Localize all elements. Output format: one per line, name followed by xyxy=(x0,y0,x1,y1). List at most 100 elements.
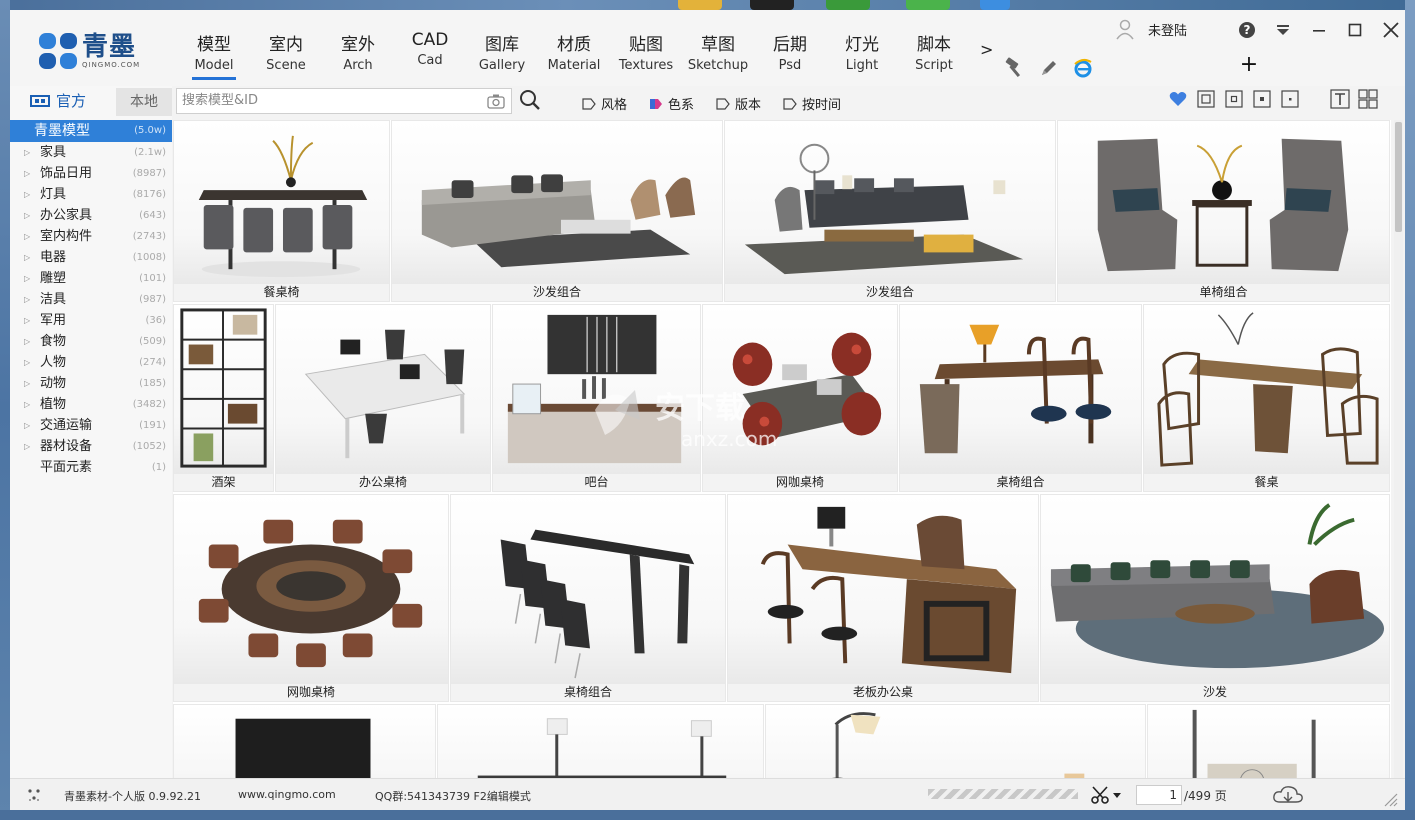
expand-arrow-icon[interactable]: ▷ xyxy=(24,184,30,205)
search-input[interactable] xyxy=(177,90,477,111)
favorite-heart-icon[interactable] xyxy=(1168,89,1188,109)
ie-browser-icon[interactable] xyxy=(1071,56,1095,80)
help-icon[interactable]: ? xyxy=(1235,18,1259,42)
category-item[interactable]: ▷ 人物 (274) xyxy=(10,352,172,373)
expand-arrow-icon[interactable]: ▷ xyxy=(24,268,30,289)
model-thumbnail[interactable]: 网咖桌椅 xyxy=(173,494,449,702)
model-thumbnail[interactable] xyxy=(437,704,764,778)
tab-sketchup[interactable]: 草图 Sketchup xyxy=(682,30,754,80)
category-item[interactable]: 青墨模型 (5.0w) xyxy=(10,120,172,142)
filter-style[interactable]: 风格 xyxy=(582,94,627,113)
tab-material[interactable]: 材质 Material xyxy=(538,30,610,80)
tab-arch[interactable]: 室外 Arch xyxy=(322,30,394,80)
resize-grip-icon[interactable] xyxy=(1382,791,1398,807)
category-item[interactable]: ▷ 交通运输 (191) xyxy=(10,415,172,436)
tab-light[interactable]: 灯光 Light xyxy=(826,30,898,80)
tab-cad[interactable]: CAD Cad xyxy=(394,30,466,80)
view-large-icon[interactable] xyxy=(1196,89,1216,109)
expand-arrow-icon[interactable]: ▷ xyxy=(24,373,30,394)
model-thumbnail[interactable]: 老板办公桌 xyxy=(727,494,1039,702)
category-item[interactable]: ▷ 动物 (185) xyxy=(10,373,172,394)
expand-arrow-icon[interactable]: ▷ xyxy=(24,436,30,457)
tab-psd[interactable]: 后期 Psd xyxy=(754,30,826,80)
expand-arrow-icon[interactable]: ▷ xyxy=(24,394,30,415)
category-item[interactable]: ▷ 办公家具 (643) xyxy=(10,205,172,226)
tab-textures[interactable]: 贴图 Textures xyxy=(610,30,682,80)
category-item[interactable]: ▷ 电器 (1008) xyxy=(10,247,172,268)
model-thumbnail[interactable] xyxy=(1147,704,1390,778)
category-item[interactable]: ▷ 食物 (509) xyxy=(10,331,172,352)
model-thumbnail[interactable] xyxy=(173,704,436,778)
add-button[interactable]: + xyxy=(1238,54,1260,76)
more-tabs-button[interactable]: > xyxy=(980,40,993,59)
model-thumbnail[interactable]: 单椅组合 xyxy=(1057,120,1390,302)
text-mode-icon[interactable] xyxy=(1330,89,1350,109)
category-item[interactable]: ▷ 家具 (2.1w) xyxy=(10,142,172,163)
view-medium-icon[interactable] xyxy=(1224,89,1244,109)
expand-arrow-icon[interactable]: ▷ xyxy=(24,352,30,373)
expand-arrow-icon[interactable]: ▷ xyxy=(24,142,30,163)
hammer-icon[interactable] xyxy=(1003,56,1027,80)
model-thumbnail[interactable]: 沙发组合 xyxy=(724,120,1056,302)
model-thumbnail[interactable]: 桌椅组合 xyxy=(450,494,726,702)
search-button[interactable] xyxy=(518,88,542,116)
model-thumbnail[interactable]: 吧台 xyxy=(492,304,701,492)
tab-gallery[interactable]: 图库 Gallery xyxy=(466,30,538,80)
model-thumbnail[interactable]: 沙发 xyxy=(1040,494,1390,702)
category-item[interactable]: 平面元素 (1) xyxy=(10,457,172,478)
cloud-download-icon[interactable] xyxy=(1272,784,1304,806)
website-link[interactable]: www.qingmo.com xyxy=(238,788,336,801)
user-name[interactable]: 未登陆 xyxy=(1148,20,1187,39)
filter-time[interactable]: 按时间 xyxy=(783,94,841,113)
model-thumbnail[interactable]: 餐桌 xyxy=(1143,304,1390,492)
category-item[interactable]: ▷ 植物 (3482) xyxy=(10,394,172,415)
scrollbar-thumb[interactable] xyxy=(1395,122,1402,232)
dropdown-menu-icon[interactable] xyxy=(1271,18,1295,42)
category-item[interactable]: ▷ 饰品日用 (8987) xyxy=(10,163,172,184)
minimize-icon[interactable] xyxy=(1307,18,1331,42)
pencil-icon[interactable] xyxy=(1037,56,1061,80)
tab-script[interactable]: 脚本 Script xyxy=(898,30,970,80)
category-item[interactable]: ▷ 室内构件 (2743) xyxy=(10,226,172,247)
model-grid: 餐桌椅 沙发组合 沙发组合 单椅组合 酒架 办公桌椅 吧台 网咖桌椅 桌椅组合 … xyxy=(173,120,1391,778)
tab-scene[interactable]: 室内 Scene xyxy=(250,30,322,80)
connection-icon[interactable] xyxy=(26,787,42,803)
logo[interactable]: 青墨 QINGMO.COM xyxy=(38,32,140,70)
model-thumbnail[interactable]: 酒架 xyxy=(173,304,274,492)
model-thumbnail[interactable] xyxy=(765,704,1146,778)
tab-official[interactable]: 官方 xyxy=(30,90,86,111)
expand-arrow-icon[interactable]: ▷ xyxy=(24,289,30,310)
view-tiny-icon[interactable] xyxy=(1280,89,1300,109)
expand-arrow-icon[interactable]: ▷ xyxy=(24,415,30,436)
expand-arrow-icon[interactable]: ▷ xyxy=(24,310,30,331)
category-item[interactable]: ▷ 器材设备 (1052) xyxy=(10,436,172,457)
category-item[interactable]: ▷ 灯具 (8176) xyxy=(10,184,172,205)
category-item[interactable]: ▷ 雕塑 (101) xyxy=(10,268,172,289)
category-item[interactable]: ▷ 军用 (36) xyxy=(10,310,172,331)
model-thumbnail[interactable]: 网咖桌椅 xyxy=(702,304,898,492)
expand-arrow-icon[interactable]: ▷ xyxy=(24,226,30,247)
page-number-input[interactable]: 1 xyxy=(1136,785,1182,805)
maximize-icon[interactable] xyxy=(1343,18,1367,42)
model-thumbnail[interactable]: 办公桌椅 xyxy=(275,304,491,492)
camera-icon[interactable] xyxy=(487,93,505,109)
close-icon[interactable] xyxy=(1379,18,1403,42)
user-area[interactable]: 未登陆 xyxy=(1114,18,1187,40)
filter-version[interactable]: 版本 xyxy=(716,94,761,113)
model-preview-image xyxy=(493,305,700,474)
scissors-menu[interactable] xyxy=(1090,785,1122,805)
filter-color[interactable]: 色系 xyxy=(649,94,694,113)
expand-arrow-icon[interactable]: ▷ xyxy=(24,331,30,352)
model-thumbnail[interactable]: 沙发组合 xyxy=(391,120,723,302)
model-thumbnail[interactable]: 餐桌椅 xyxy=(173,120,390,302)
expand-arrow-icon[interactable]: ▷ xyxy=(24,163,30,184)
grid-scrollbar[interactable] xyxy=(1394,120,1403,778)
tab-local[interactable]: 本地 xyxy=(116,88,172,116)
category-item[interactable]: ▷ 洁具 (987) xyxy=(10,289,172,310)
view-small-icon[interactable] xyxy=(1252,89,1272,109)
model-thumbnail[interactable]: 桌椅组合 xyxy=(899,304,1142,492)
expand-arrow-icon[interactable]: ▷ xyxy=(24,247,30,268)
grid-layout-icon[interactable] xyxy=(1358,89,1378,109)
expand-arrow-icon[interactable]: ▷ xyxy=(24,205,30,226)
tab-model[interactable]: 模型 Model xyxy=(178,30,250,80)
